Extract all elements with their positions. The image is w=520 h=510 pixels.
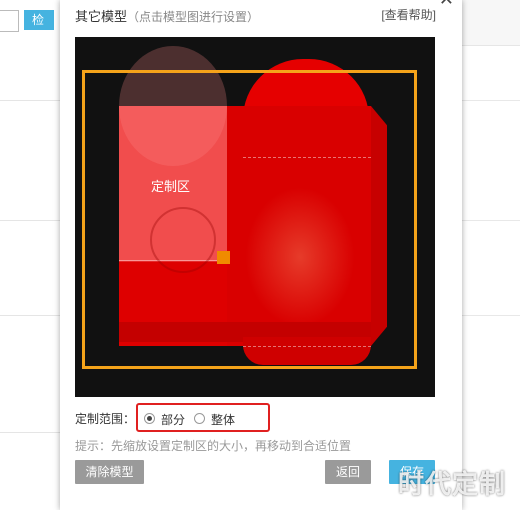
background-divider [0, 100, 60, 101]
model-settings-dialog: 其它模型（点击模型图进行设置） [查看帮助] ✕ 定制区 定制范围： 部分 整体… [60, 0, 462, 510]
selection-frame [82, 70, 417, 369]
watermark-logo: 时代定制 [398, 469, 507, 499]
radio-whole[interactable] [194, 413, 205, 424]
dialog-subtitle: （点击模型图进行设置） [127, 10, 260, 24]
background-right-panel [462, 0, 520, 510]
background-divider [0, 220, 60, 221]
dialog-title: 其它模型（点击模型图进行设置） [75, 6, 259, 25]
radio-whole-label[interactable]: 整体 [211, 411, 235, 428]
radio-partial-label[interactable]: 部分 [161, 411, 185, 428]
dialog-title-text: 其它模型 [75, 9, 128, 24]
back-button[interactable]: 返回 [325, 460, 371, 484]
close-icon[interactable]: ✕ [439, 0, 454, 8]
background-input[interactable] [0, 10, 19, 32]
tip-text: 提示：先缩放设置定制区的大小，再移动到合适位置 [75, 439, 352, 453]
radio-partial[interactable] [144, 413, 155, 424]
background-button[interactable]: 检 [24, 10, 54, 30]
background-divider [0, 315, 60, 316]
clear-model-button[interactable]: 清除模型 [75, 460, 144, 484]
model-canvas[interactable]: 定制区 [75, 37, 435, 397]
background-divider [462, 100, 520, 101]
background-divider [462, 220, 520, 221]
background-divider [462, 315, 520, 316]
background-right-header [462, 0, 520, 46]
range-label: 定制范围： [75, 412, 136, 426]
help-link[interactable]: [查看帮助] [381, 6, 436, 23]
background-divider [0, 432, 60, 433]
